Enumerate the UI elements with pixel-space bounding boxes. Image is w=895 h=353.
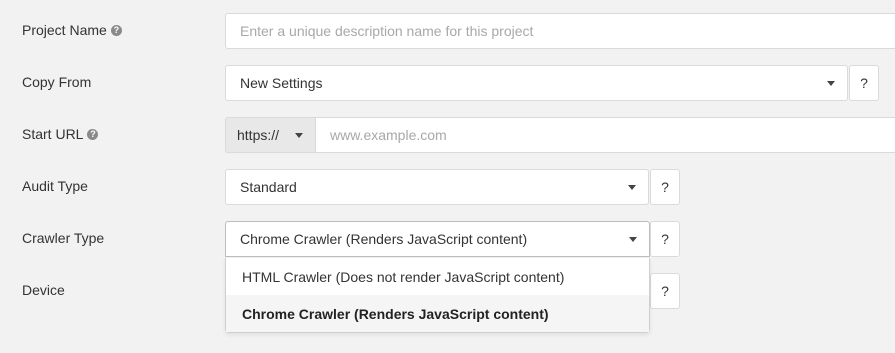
- help-circle-icon[interactable]: ?: [87, 128, 99, 140]
- audit-type-help-button[interactable]: ?: [650, 169, 680, 205]
- crawler-type-help-button[interactable]: ?: [650, 221, 680, 257]
- dropdown-option-chrome-crawler[interactable]: Chrome Crawler (Renders JavaScript conte…: [226, 295, 649, 332]
- caret-down-icon: [629, 237, 637, 242]
- start-url-label: Start URL ?: [22, 126, 99, 142]
- start-url-input[interactable]: www.example.com: [315, 117, 895, 153]
- protocol-select[interactable]: https://: [225, 117, 315, 153]
- caret-down-icon: [295, 133, 303, 138]
- device-label: Device: [22, 282, 65, 298]
- copy-from-label: Copy From: [22, 74, 92, 90]
- crawler-type-dropdown-menu: HTML Crawler (Does not render JavaScript…: [225, 258, 650, 333]
- crawler-type-label: Crawler Type: [22, 230, 105, 246]
- device-help-button[interactable]: ?: [650, 273, 680, 309]
- crawler-type-select[interactable]: Chrome Crawler (Renders JavaScript conte…: [225, 221, 650, 257]
- audit-type-label: Audit Type: [22, 178, 88, 194]
- caret-down-icon: [628, 185, 636, 190]
- caret-down-icon: [827, 81, 835, 86]
- help-circle-icon[interactable]: ?: [110, 24, 122, 36]
- project-name-input[interactable]: Enter a unique description name for this…: [225, 13, 895, 49]
- copy-from-select[interactable]: New Settings: [225, 65, 848, 101]
- project-name-label: Project Name ?: [22, 22, 122, 38]
- copy-from-help-button[interactable]: ?: [849, 65, 879, 101]
- dropdown-option-html-crawler[interactable]: HTML Crawler (Does not render JavaScript…: [226, 258, 649, 295]
- audit-type-select[interactable]: Standard: [225, 169, 649, 205]
